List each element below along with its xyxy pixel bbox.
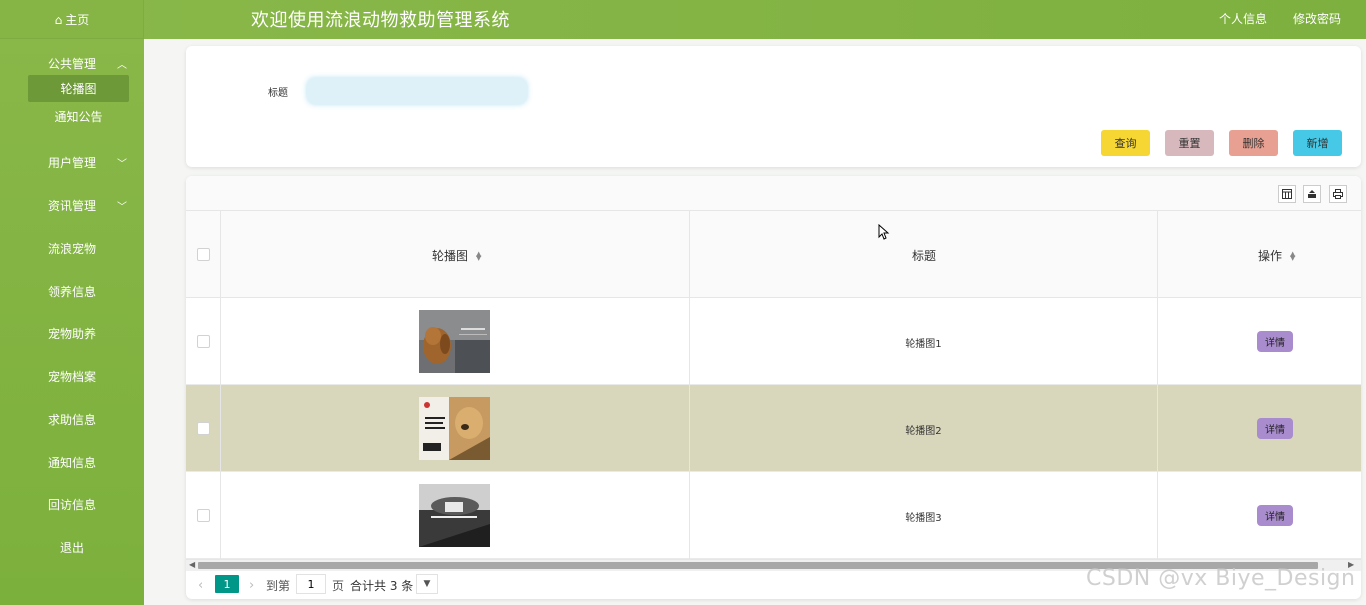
carousel-thumbnail xyxy=(419,397,490,460)
top-bar: ⌂ 主页 欢迎使用流浪动物救助管理系统 个人信息 修改密码 xyxy=(0,0,1366,39)
page-size-select[interactable]: ▼ xyxy=(416,574,438,594)
select-all-checkbox[interactable] xyxy=(197,248,210,261)
sidebar-item-label: 用户管理 xyxy=(47,155,96,170)
sidebar: 公共管理 ︿ 轮播图 通知公告 用户管理 ﹀ 资讯管理 ﹀ 流浪宠物 领养信息 … xyxy=(0,39,144,605)
column-header-label: 轮播图 xyxy=(432,249,469,263)
column-divider xyxy=(1157,211,1158,559)
export-icon[interactable] xyxy=(1303,185,1321,203)
column-divider xyxy=(220,211,221,559)
add-button[interactable]: 新增 xyxy=(1293,130,1342,156)
column-header-label: 标题 xyxy=(912,249,937,263)
sidebar-item-label: 通知信息 xyxy=(47,455,96,470)
table-row: 轮播图3 详情 xyxy=(186,472,1361,559)
sidebar-item-label: 回访信息 xyxy=(47,497,96,512)
row-title: 轮播图3 xyxy=(905,513,942,524)
sidebar-item-stray-pets[interactable]: 流浪宠物 xyxy=(0,233,144,263)
sidebar-item-label: 资讯管理 xyxy=(47,198,96,213)
profile-link[interactable]: 个人信息 xyxy=(1219,10,1267,27)
column-header-carousel[interactable]: 轮播图 ▲ ▼ xyxy=(432,247,481,264)
watermark: CSDN @vx Biye_Design xyxy=(1086,566,1356,591)
goto-prefix: 到第 xyxy=(266,579,291,593)
sidebar-item-notifications[interactable]: 通知信息 xyxy=(0,447,144,477)
table-toolbar xyxy=(186,176,1361,211)
sort-icon[interactable]: ▲ ▼ xyxy=(476,250,481,261)
detail-button[interactable]: 详情 xyxy=(1257,331,1293,352)
sidebar-item-label: 领养信息 xyxy=(47,284,96,299)
goto-page-input[interactable] xyxy=(296,574,326,594)
home-icon: ⌂ xyxy=(54,12,63,27)
chevron-down-icon: ▼ xyxy=(423,579,431,589)
sidebar-item-follow-ups[interactable]: 回访信息 xyxy=(0,489,144,519)
print-icon[interactable] xyxy=(1329,185,1347,203)
next-page-icon[interactable]: › xyxy=(249,578,254,593)
delete-button[interactable]: 删除 xyxy=(1229,130,1278,156)
sidebar-item-help-requests[interactable]: 求助信息 xyxy=(0,404,144,434)
sidebar-item-label: 轮播图 xyxy=(60,82,97,96)
row-checkbox[interactable] xyxy=(197,422,210,435)
row-title: 轮播图1 xyxy=(905,339,942,350)
column-header-label: 操作 xyxy=(1258,249,1283,263)
sidebar-item-label: 通知公告 xyxy=(54,110,103,124)
sort-icon[interactable]: ▲ ▼ xyxy=(1290,250,1295,261)
search-panel: 标题 查询 重置 删除 新增 xyxy=(186,46,1361,167)
mouse-cursor-icon xyxy=(878,224,890,240)
columns-filter-icon[interactable] xyxy=(1278,185,1296,203)
app-title: 欢迎使用流浪动物救助管理系统 xyxy=(251,10,510,31)
detail-button[interactable]: 详情 xyxy=(1257,418,1293,439)
column-header-actions[interactable]: 操作 ▲ ▼ xyxy=(1258,247,1295,264)
carousel-thumbnail xyxy=(419,310,490,373)
title-search-input[interactable] xyxy=(307,78,527,104)
sidebar-item-label: 宠物助养 xyxy=(47,326,96,341)
sidebar-item-user-management[interactable]: 用户管理 ﹀ xyxy=(0,147,144,177)
row-checkbox[interactable] xyxy=(197,509,210,522)
data-table: 轮播图 ▲ ▼ 标题 操作 ▲ ▼ 轮播图1 详情 轮播图2 详情 轮播图3 详… xyxy=(186,176,1361,599)
column-divider xyxy=(689,211,690,559)
change-password-link[interactable]: 修改密码 xyxy=(1293,10,1341,27)
reset-button[interactable]: 重置 xyxy=(1165,130,1214,156)
chevron-up-icon: ︿ xyxy=(117,59,127,71)
sidebar-item-public-management[interactable]: 公共管理 ︿ xyxy=(0,48,144,78)
sidebar-item-label: 宠物档案 xyxy=(47,369,96,384)
chevron-down-icon: ﹀ xyxy=(117,158,127,170)
home-tab-label: 主页 xyxy=(65,13,90,27)
prev-page-icon[interactable]: ‹ xyxy=(198,578,203,593)
sidebar-item-pet-records[interactable]: 宠物档案 xyxy=(0,361,144,391)
sidebar-item-pet-sponsorship[interactable]: 宠物助养 xyxy=(0,318,144,348)
carousel-thumbnail xyxy=(419,484,490,547)
query-button[interactable]: 查询 xyxy=(1101,130,1150,156)
sidebar-item-label: 求助信息 xyxy=(47,412,96,427)
sidebar-item-label: 公共管理 xyxy=(47,56,96,71)
sidebar-item-adoption-info[interactable]: 领养信息 xyxy=(0,276,144,306)
current-page-button[interactable]: 1 xyxy=(215,575,239,593)
column-header-title: 标题 xyxy=(912,247,936,264)
sidebar-item-label: 流浪宠物 xyxy=(47,241,96,256)
total-count: 合计共 3 条 xyxy=(350,579,414,593)
detail-button[interactable]: 详情 xyxy=(1257,505,1293,526)
table-row: 轮播图2 详情 xyxy=(186,385,1361,472)
sidebar-item-label: 退出 xyxy=(59,540,84,555)
table-header: 轮播图 ▲ ▼ 标题 操作 ▲ ▼ xyxy=(186,211,1361,298)
sidebar-item-announcements[interactable]: 通知公告 xyxy=(28,103,129,130)
scroll-left-icon[interactable]: ◀ xyxy=(189,560,195,569)
row-title: 轮播图2 xyxy=(905,426,942,437)
table-row: 轮播图1 详情 xyxy=(186,298,1361,385)
sidebar-item-news-management[interactable]: 资讯管理 ﹀ xyxy=(0,190,144,220)
chevron-down-icon: ﹀ xyxy=(117,201,127,213)
row-checkbox[interactable] xyxy=(197,335,210,348)
title-filter-label: 标题 xyxy=(268,88,288,99)
sidebar-item-logout[interactable]: 退出 xyxy=(0,532,144,562)
sidebar-item-carousel[interactable]: 轮播图 xyxy=(28,75,129,102)
goto-suffix: 页 xyxy=(332,579,345,593)
home-tab[interactable]: ⌂ 主页 xyxy=(0,0,144,39)
